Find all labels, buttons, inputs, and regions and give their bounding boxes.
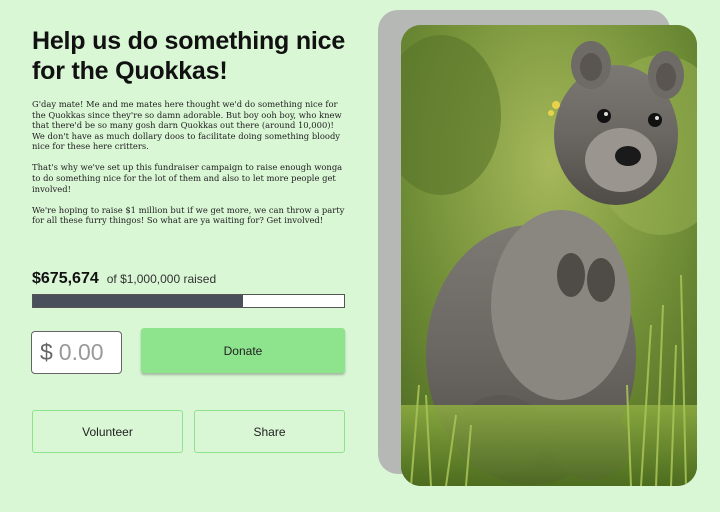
description-paragraph: That's why we've set up this fundraiser … (32, 162, 343, 194)
quokka-illustration (401, 25, 697, 486)
hero-section: Help us do something nice for the Quokka… (32, 26, 348, 236)
currency-symbol: $ (40, 339, 53, 365)
progress-fill (33, 295, 244, 307)
share-button[interactable]: Share (194, 410, 345, 453)
raised-summary: $675,674 of $1,000,000 raised (32, 270, 216, 288)
progress-bar (32, 294, 345, 308)
description-paragraph: We're hoping to raise $1 million but if … (32, 204, 345, 226)
goal-text: of $1,000,000 raised (106, 272, 217, 286)
description: G'day mate! Me and me mates here thought… (32, 99, 348, 226)
volunteer-button[interactable]: Volunteer (32, 410, 183, 453)
page-title: Help us do something nice for the Quokka… (32, 27, 346, 85)
amount-placeholder: 0.00 (58, 339, 104, 365)
donate-button[interactable]: Donate (141, 328, 345, 373)
quokka-photo (401, 25, 697, 486)
description-paragraph: G'day mate! Me and me mates here thought… (32, 99, 342, 152)
raised-amount: $675,674 (32, 270, 99, 287)
donation-amount-input[interactable]: $ 0.00 (31, 331, 122, 374)
